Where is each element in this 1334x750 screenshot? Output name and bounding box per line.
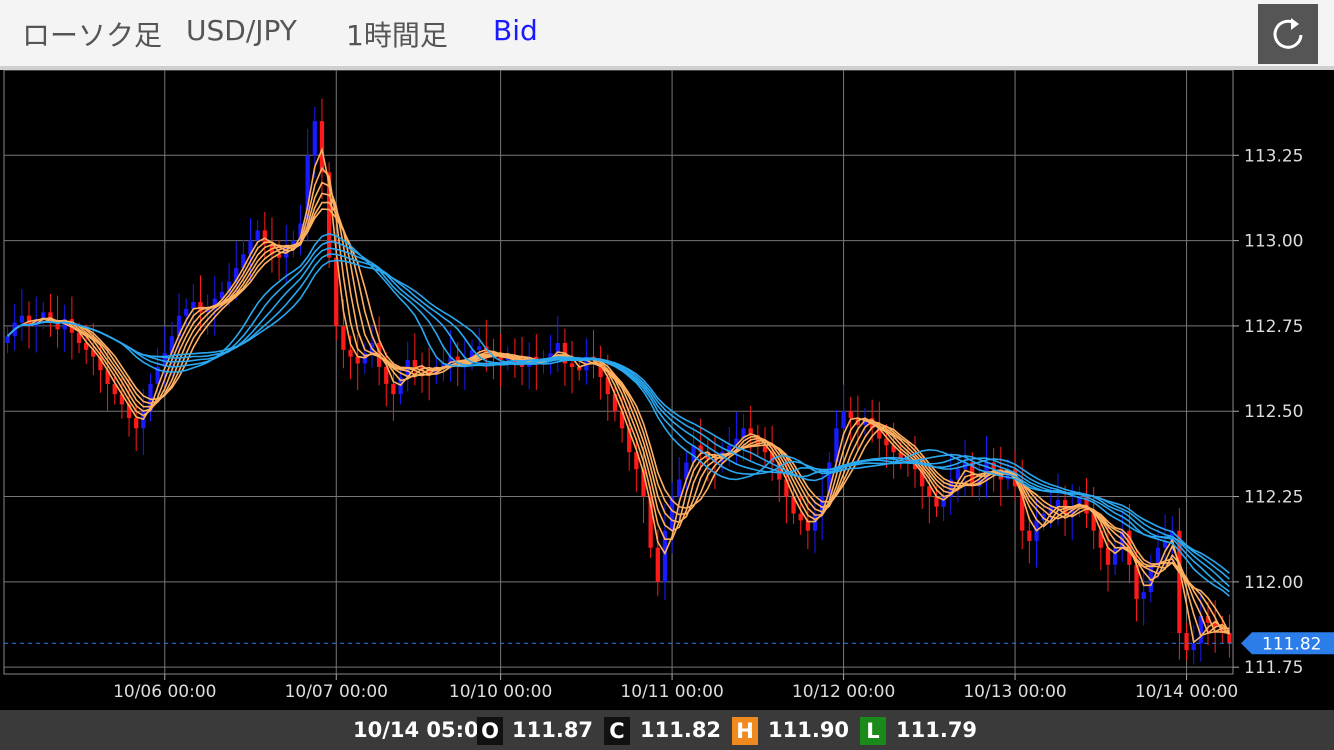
y-tick-label: 112.75 [1244,317,1303,337]
candle [1112,537,1118,576]
candle [591,330,596,379]
ma-long-22 [7,253,1230,580]
candle [19,289,25,341]
candle [1084,478,1089,528]
candle [1141,569,1146,626]
ma-short-7 [7,201,1230,635]
candle-body [1027,530,1032,541]
y-tick-label: 113.25 [1244,146,1303,166]
candle-body [1227,633,1232,644]
ma-short-6 [7,192,1230,633]
candle-body [341,325,346,350]
candle [412,333,418,386]
candle [5,325,10,354]
y-tick-label: 112.00 [1244,573,1303,593]
chart-type-label[interactable]: ローソク足 [22,14,162,54]
ma-long-16 [7,232,1230,597]
x-tick-label: 10/10 00:00 [449,682,552,702]
candle-body [655,547,660,582]
ohlc-bar: 10/14 05:00 O 111.87 C 111.82 H 111.90 L… [0,710,1334,750]
candle-body [184,308,189,316]
candle-body [1141,592,1146,599]
candle [555,316,560,372]
candle [1184,622,1189,661]
open-value: 111.87 [512,718,594,742]
candle [12,304,17,351]
candle [1177,508,1182,660]
candle-body [412,360,418,367]
y-tick-label: 111.75 [1244,658,1303,678]
ma-short-5 [7,181,1230,635]
moving-averages [7,146,1231,644]
candle [1227,614,1232,658]
candle-body [841,411,846,429]
candle-body [1105,547,1111,565]
candle-body [1055,499,1061,507]
plot-frame [3,70,1234,675]
low-badge: L [860,717,886,745]
ma-long-24 [7,259,1230,574]
high-value: 111.90 [768,718,850,742]
candle-body [134,418,139,429]
close-value: 111.82 [640,718,722,742]
candle-body [569,363,575,367]
candle-body [1191,643,1196,651]
x-tick-label: 10/12 00:00 [792,682,895,702]
candlestick-chart[interactable]: 113.25 113.00 112.75 112.50 112.25 112.00 111.… [0,70,1334,710]
x-tick-label: 10/14 00:00 [1135,682,1238,702]
x-tick-label: 10/07 00:00 [285,682,388,702]
candle [41,302,46,330]
y-tick-label: 112.25 [1244,488,1303,508]
candle [62,304,67,352]
high-badge: H [732,717,758,745]
candle [527,342,532,390]
candle-body [848,411,853,419]
candle-body [1155,547,1161,565]
ma-long-20 [7,247,1230,588]
candle [598,345,603,400]
candle-body [477,346,482,350]
toolbar: ローソク足 USD/JPY 1時間足 Bid [0,0,1334,66]
candle-body [348,349,353,357]
candle-body [312,121,317,156]
candle-body [319,121,325,173]
candle-body [255,230,260,241]
y-tick-label: 112.50 [1244,402,1303,422]
low-value: 111.79 [896,718,978,742]
candle-body [19,315,25,323]
candle [148,373,153,422]
candle-body [1184,633,1189,651]
candle-body [355,356,360,364]
x-tick-label: 10/11 00:00 [620,682,723,702]
refresh-icon [1273,18,1303,49]
candle [48,293,53,337]
x-tick-label: 10/13 00:00 [963,682,1066,702]
timeframe-label[interactable]: 1時間足 [346,14,448,54]
candle [569,340,575,394]
refresh-button[interactable] [1258,4,1318,64]
candle [548,334,553,375]
y-tick-label: 113.00 [1244,232,1303,252]
candle-body [5,336,10,343]
candle [1027,516,1032,564]
x-tick-label: 10/06 00:00 [113,682,216,702]
current-price-label: 111.82 [1262,634,1321,654]
close-badge: C [604,717,630,745]
candle-body [391,383,396,395]
open-badge: O [477,717,503,745]
candle-body [677,479,682,497]
ma-long-18 [7,240,1230,593]
ohlc-time: 10/14 05:00 [353,718,494,742]
candle [405,341,410,392]
candle [141,388,146,455]
candle [491,338,496,380]
candle-body [1112,547,1118,565]
candle-body [798,513,803,521]
currency-pair-label[interactable]: USD/JPY [186,14,297,47]
grid [3,70,1234,675]
price-type-label[interactable]: Bid [493,14,538,47]
candle [962,439,968,496]
ma-short-8 [7,208,1231,634]
